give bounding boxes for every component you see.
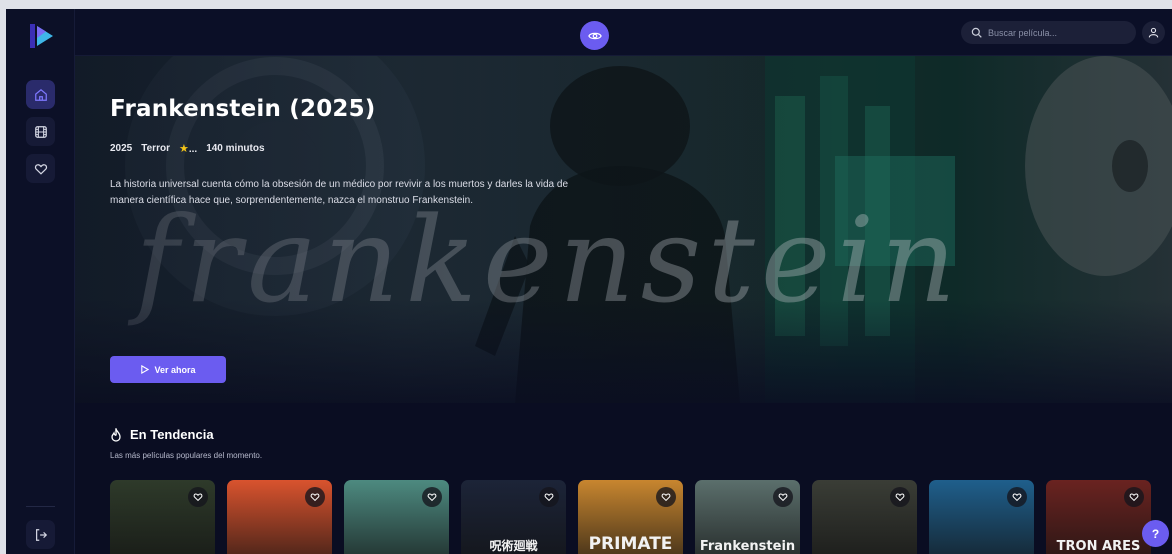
home-icon [34,88,47,101]
watch-now-label: Ver ahora [154,364,196,375]
favorite-button[interactable] [188,487,208,507]
search-icon [971,27,982,38]
star-icon: ★ [178,143,189,155]
movie-card[interactable] [227,480,332,554]
hero-genre: Terror [141,143,170,154]
favorite-button[interactable] [1007,487,1027,507]
favorite-button[interactable] [890,487,910,507]
movie-card[interactable]: 呪術廻戦 [461,480,566,554]
eye-button[interactable] [580,21,609,50]
favorite-button[interactable] [656,487,676,507]
heart-icon [661,493,671,502]
user-icon [1148,27,1159,38]
movie-card-title: PRIMATE [588,534,673,554]
heart-icon [427,493,437,502]
heart-icon [310,493,320,502]
play-logo-icon[interactable] [26,21,56,51]
movie-card-title: TRON ARES [1056,539,1141,554]
movie-card[interactable]: Frankenstein [695,480,800,554]
heart-icon [34,163,47,175]
movie-card[interactable] [929,480,1034,554]
heart-icon [1012,493,1022,502]
sidebar [6,9,75,554]
play-icon [141,365,150,374]
favorite-button[interactable] [773,487,793,507]
heart-icon [1129,493,1139,502]
heart-icon [778,493,788,502]
logout-icon [35,528,47,541]
movie-card-title: Frankenstein [699,539,796,554]
sidebar-item-favorites[interactable] [26,154,55,183]
favorite-button[interactable] [1124,487,1144,507]
hero-rating: ★... [179,142,197,155]
movie-card[interactable] [812,480,917,554]
hero-meta: 2025 Terror ★... 140 minutos [110,142,265,155]
sidebar-divider [26,506,55,507]
top-bar [75,9,1172,56]
movie-card[interactable]: TRON ARES [1046,480,1151,554]
user-button[interactable] [1142,21,1165,44]
favorite-button[interactable] [422,487,442,507]
app-window: frankenstein Frankenstein (2025) 2025 Te… [6,9,1172,554]
hero-rating-value: ... [188,144,198,155]
sidebar-item-movies[interactable] [26,117,55,146]
heart-icon [544,493,554,502]
watch-now-button[interactable]: Ver ahora [110,356,226,383]
help-icon: ? [1151,526,1160,541]
trending-heading: En Tendencia [110,427,214,442]
search-input[interactable] [988,27,1128,38]
hero-duration: 140 minutos [206,143,265,154]
trending-title: En Tendencia [130,427,214,442]
movie-card[interactable] [344,480,449,554]
hero-title: Frankenstein (2025) [110,96,376,122]
favorite-button[interactable] [305,487,325,507]
sidebar-item-home[interactable] [26,80,55,109]
hero-year: 2025 [110,143,133,154]
hero-description: La historia universal cuenta cómo la obs… [110,179,569,206]
logout-button[interactable] [26,520,55,549]
movie-card[interactable]: PRIMATE [578,480,683,554]
eye-icon [587,32,602,39]
movie-card-title: 呪術廻戦 [489,539,538,553]
flame-icon [111,427,121,442]
favorite-button[interactable] [539,487,559,507]
help-button[interactable]: ? [1142,520,1169,547]
heart-icon [895,493,905,502]
heart-icon [193,493,203,502]
search-box[interactable] [961,21,1136,44]
movie-card[interactable] [110,480,215,554]
trending-subtitle: Las más películas populares del momento. [110,451,263,460]
hero-banner: frankenstein Frankenstein (2025) 2025 Te… [75,56,1172,403]
film-icon [34,125,47,138]
